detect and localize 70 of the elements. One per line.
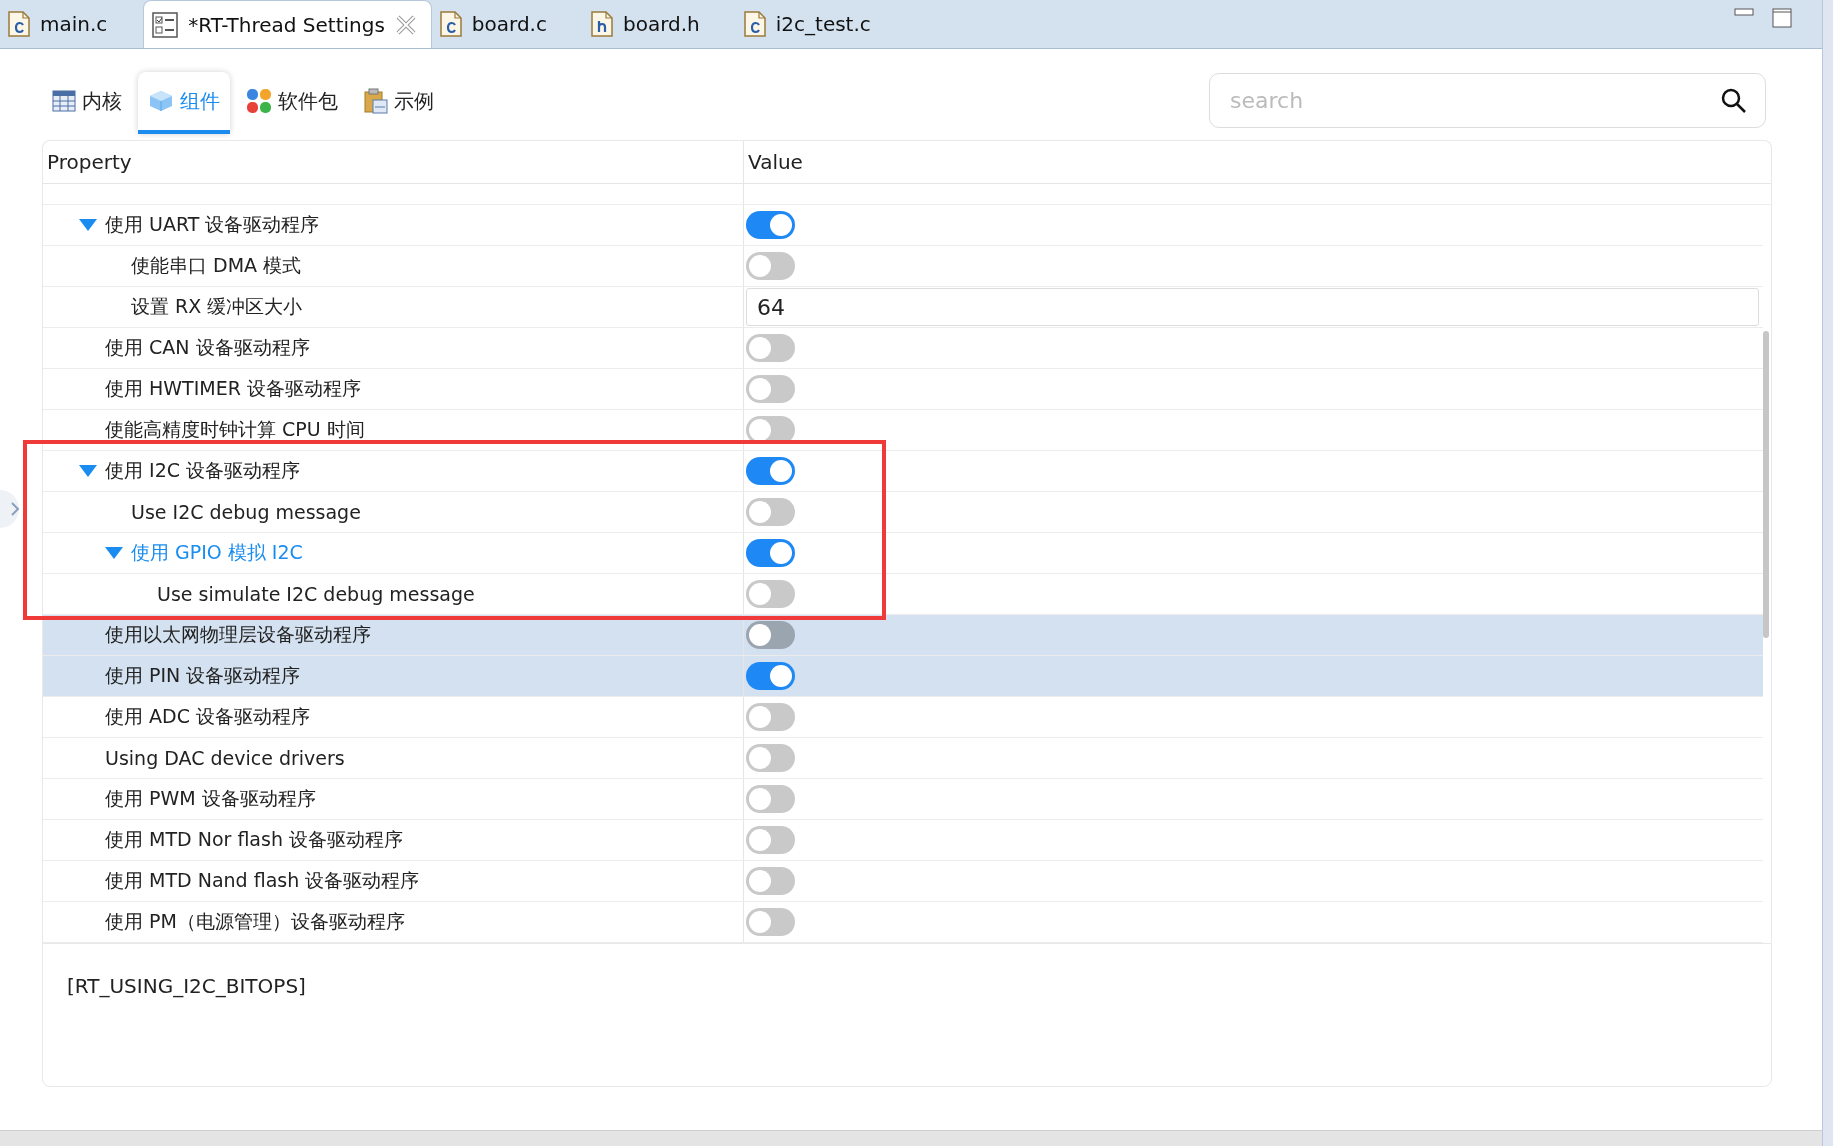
editor-tab[interactable]: board.h (582, 0, 714, 48)
editor-tab[interactable]: main.c (0, 0, 122, 48)
toggle-switch[interactable] (746, 498, 795, 526)
toggle-switch[interactable] (746, 375, 795, 403)
toggle-switch[interactable] (746, 744, 795, 772)
settings-file-icon (152, 11, 179, 38)
toggle-switch[interactable] (746, 908, 795, 936)
settings-tab[interactable]: 组件 (138, 72, 230, 134)
editor-tab[interactable]: *RT-Thread Settings (143, 0, 432, 48)
property-label: 使用 UART 设备驱动程序 (105, 212, 320, 237)
property-label: 使用 PM（电源管理）设备驱动程序 (105, 909, 405, 934)
clipboard-icon (364, 88, 388, 114)
property-label: 使用 MTD Nor flash 设备驱动程序 (105, 827, 403, 852)
property-label: 使用 MTD Nand flash 设备驱动程序 (105, 868, 420, 893)
property-label: 使用 HWTIMER 设备驱动程序 (105, 376, 361, 401)
property-label: 使用 I2C 设备驱动程序 (105, 458, 301, 483)
settings-tab[interactable]: 示例 (354, 72, 444, 134)
tab-label: board.c (471, 12, 547, 36)
toggle-switch[interactable] (746, 252, 795, 280)
scrollbar[interactable] (1763, 331, 1769, 638)
tab-label: i2c_test.c (775, 12, 871, 36)
source-file-icon (743, 11, 766, 37)
editor-tab[interactable]: board.c (431, 0, 561, 48)
toggle-switch[interactable] (746, 334, 795, 362)
property-label: 使用 CAN 设备驱动程序 (105, 335, 310, 360)
toggle-switch[interactable] (746, 703, 795, 731)
colored-blocks-icon (246, 88, 272, 114)
toggle-switch[interactable] (746, 621, 795, 649)
property-label: 使用 PIN 设备驱动程序 (105, 663, 301, 688)
tab-label: main.c (40, 12, 108, 36)
editor-tab[interactable]: i2c_test.c (735, 0, 885, 48)
toggle-switch[interactable] (746, 785, 795, 813)
property-label: 使用以太网物理层设备驱动程序 (105, 622, 371, 647)
settings-tab[interactable]: 内核 (42, 72, 132, 134)
property-label: Use simulate I2C debug message (157, 583, 475, 605)
column-header: Value (748, 150, 803, 174)
close-icon[interactable] (394, 13, 417, 36)
minimize-button[interactable] (1734, 8, 1754, 16)
property-label: 使用 GPIO 模拟 I2C (131, 540, 303, 565)
expanded-arrow-icon[interactable] (79, 465, 97, 477)
property-label: 使用 ADC 设备驱动程序 (105, 704, 310, 729)
source-file-icon (439, 11, 462, 37)
toggle-switch[interactable] (746, 867, 795, 895)
settings-tab[interactable]: 软件包 (236, 72, 348, 134)
expanded-arrow-icon[interactable] (79, 219, 97, 231)
source-file-icon (590, 11, 613, 37)
toggle-switch[interactable] (746, 826, 795, 854)
toggle-switch[interactable] (746, 457, 795, 485)
property-label: 使用 PWM 设备驱动程序 (105, 786, 316, 811)
search-box[interactable]: search (1209, 73, 1766, 128)
expanded-arrow-icon[interactable] (105, 547, 123, 559)
toggle-switch[interactable] (746, 662, 795, 690)
table-icon (52, 90, 76, 112)
search-icon[interactable] (1721, 87, 1747, 114)
toggle-switch[interactable] (746, 580, 795, 608)
property-label: Use I2C debug message (131, 501, 361, 523)
property-label: Using DAC device drivers (105, 747, 345, 769)
tab-label: *RT-Thread Settings (188, 12, 385, 37)
column-header: Property (47, 150, 132, 174)
property-label: 使能串口 DMA 模式 (131, 253, 302, 278)
toggle-switch[interactable] (746, 539, 795, 567)
cube-icon (148, 89, 174, 113)
toggle-switch[interactable] (746, 211, 795, 239)
property-label: 设置 RX 缓冲区大小 (131, 294, 303, 319)
maximize-button[interactable] (1772, 8, 1792, 28)
value-field[interactable]: 64 (746, 288, 1759, 326)
description-text: [RT_USING_I2C_BITOPS] (67, 974, 306, 998)
property-label: 使能高精度时钟计算 CPU 时间 (105, 417, 365, 442)
source-file-icon (8, 11, 30, 37)
tab-label: board.h (622, 12, 700, 36)
